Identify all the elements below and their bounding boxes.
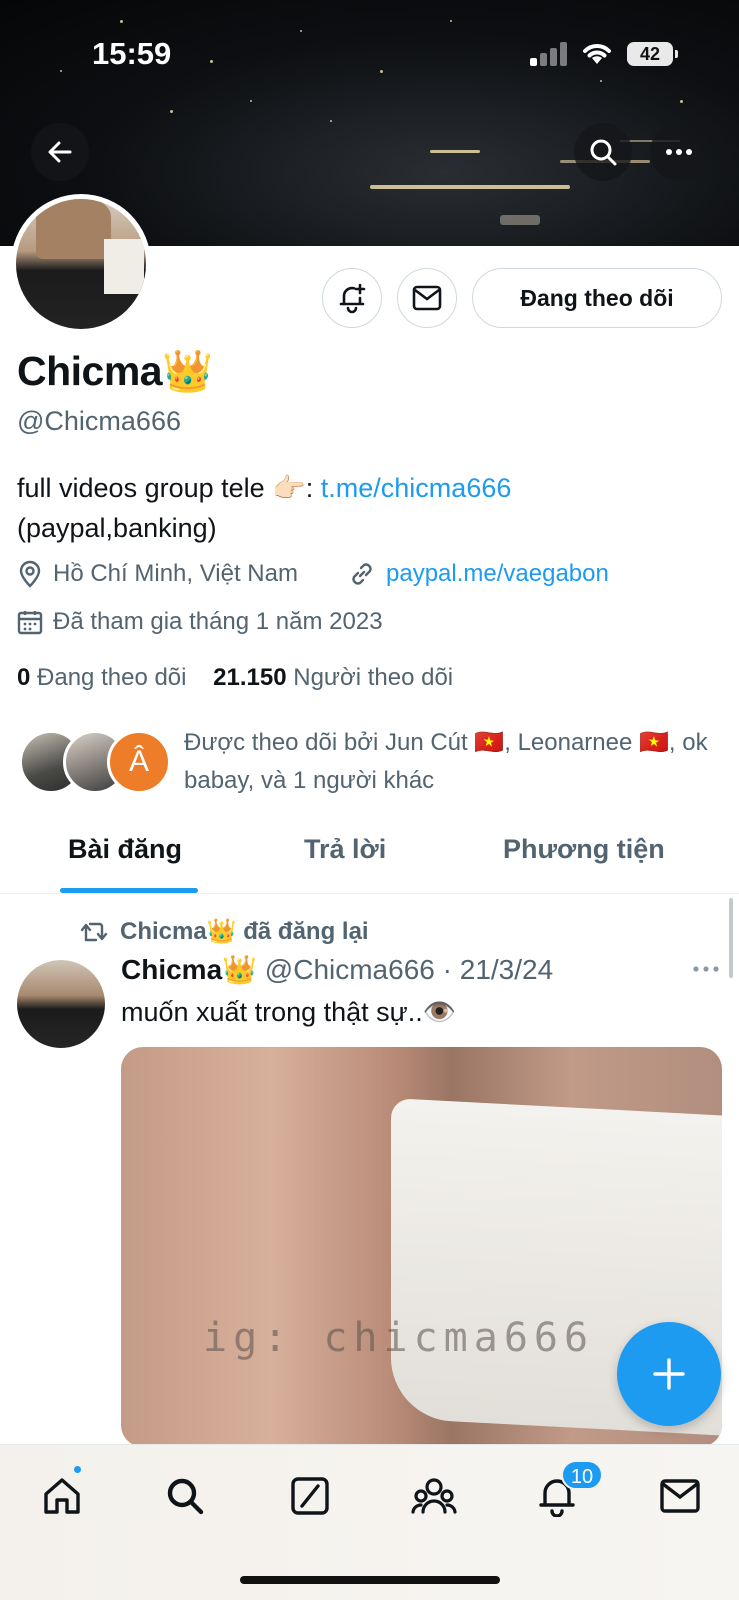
nav-search[interactable] <box>160 1471 210 1521</box>
grok-icon <box>291 1477 329 1515</box>
post-header: Chicma👑 @Chicma666 · 21/3/24 <box>121 953 553 986</box>
search-button[interactable] <box>574 123 632 181</box>
more-horizontal-icon <box>666 149 692 155</box>
repost-icon <box>80 922 108 941</box>
repost-label: Chicma👑 đã đăng lại <box>120 918 369 945</box>
post-date[interactable]: 21/3/24 <box>460 954 553 985</box>
followed-by-avatars[interactable]: Â <box>19 730 171 796</box>
compose-post-button[interactable] <box>617 1322 721 1426</box>
profile-handle: @Chicma666 <box>17 406 181 436</box>
notification-count-badge: 10 <box>561 1460 603 1490</box>
home-icon <box>44 1478 80 1514</box>
tab-posts[interactable]: Bài đăng <box>68 834 182 865</box>
link-icon <box>352 563 372 585</box>
profile-avatar[interactable] <box>11 194 151 334</box>
nav-grok[interactable] <box>285 1471 335 1521</box>
join-date-text: Đã tham gia tháng 1 năm 2023 <box>53 608 383 635</box>
follow-stats: 0 Đang theo dõi 21.150 Người theo dõi <box>17 664 453 692</box>
following-button[interactable]: Đang theo dõi <box>472 268 722 328</box>
profile-website[interactable]: paypal.me/vaegabon <box>348 560 609 588</box>
nav-home[interactable] <box>37 1471 87 1521</box>
followers-count: 21.150 <box>213 664 287 691</box>
location-text: Hồ Chí Minh, Việt Nam <box>53 560 298 587</box>
home-indicator[interactable] <box>240 1576 500 1584</box>
active-tab-indicator <box>60 888 198 893</box>
post-author-avatar[interactable] <box>17 960 105 1048</box>
post-author-handle[interactable]: @Chicma666 <box>265 954 435 985</box>
arrow-left-icon <box>48 141 72 163</box>
post-more-button[interactable] <box>692 960 720 978</box>
status-bar: 15:59 42 <box>0 0 739 110</box>
scrollbar[interactable] <box>729 898 733 978</box>
follower-avatar: Â <box>107 730 171 794</box>
search-icon <box>167 1478 204 1515</box>
bell-plus-icon <box>339 283 366 314</box>
post-text: muốn xuất trong thật sự..👁️ <box>121 997 457 1027</box>
followed-by-text[interactable]: Được theo dõi bởi Jun Cút 🇻🇳, Leonarnee … <box>184 724 714 800</box>
cellular-signal-icon <box>530 42 570 66</box>
bio-telegram-link[interactable]: t.me/chicma666 <box>321 473 512 503</box>
plus-icon <box>653 1358 685 1390</box>
post-separator: · <box>434 954 460 985</box>
nav-communities[interactable] <box>409 1471 459 1521</box>
back-button[interactable] <box>31 123 89 181</box>
status-time: 15:59 <box>92 36 172 71</box>
followers-label: Người theo dõi <box>293 664 454 691</box>
followers-stat[interactable]: 21.150 Người theo dõi <box>213 664 453 691</box>
profile-tabs: Bài đăng Trả lời Phương tiện <box>0 810 739 894</box>
envelope-icon <box>660 1479 700 1513</box>
location-pin-icon <box>19 560 41 588</box>
envelope-icon <box>412 285 442 311</box>
following-stat[interactable]: 0 Đang theo dõi <box>17 664 186 691</box>
battery-icon: 42 <box>627 42 678 66</box>
following-count: 0 <box>17 664 31 691</box>
tab-media[interactable]: Phương tiện <box>503 834 665 865</box>
more-horizontal-icon <box>693 966 719 972</box>
website-link[interactable]: paypal.me/vaegabon <box>386 560 609 588</box>
profile-avatar-image <box>16 199 146 329</box>
profile-display-name: Chicma👑 <box>17 348 213 394</box>
post-author-name[interactable]: Chicma👑 <box>121 954 257 985</box>
calendar-icon <box>17 611 43 635</box>
home-unread-dot <box>72 1464 83 1475</box>
notifications-subscribe-button[interactable] <box>322 268 382 328</box>
bio-text: full videos group tele 👉🏻: <box>17 473 321 503</box>
profile-location: Hồ Chí Minh, Việt Nam <box>17 560 298 588</box>
more-options-button[interactable] <box>650 123 708 181</box>
search-icon <box>590 139 617 166</box>
wifi-icon <box>583 44 611 64</box>
following-label: Đang theo dõi <box>37 664 187 691</box>
tab-replies[interactable]: Trả lời <box>304 834 386 865</box>
direct-message-button[interactable] <box>397 268 457 328</box>
repost-indicator: Chicma👑 đã đăng lại <box>80 917 369 946</box>
nav-messages[interactable] <box>655 1471 705 1521</box>
communities-icon <box>411 1478 457 1514</box>
profile-bio: full videos group tele 👉🏻: t.me/chicma66… <box>17 468 717 548</box>
bio-text-line2: (paypal,banking) <box>17 513 217 543</box>
profile-join-date: Đã tham gia tháng 1 năm 2023 <box>17 608 383 636</box>
media-watermark: ig: chicma666 <box>203 1315 595 1361</box>
